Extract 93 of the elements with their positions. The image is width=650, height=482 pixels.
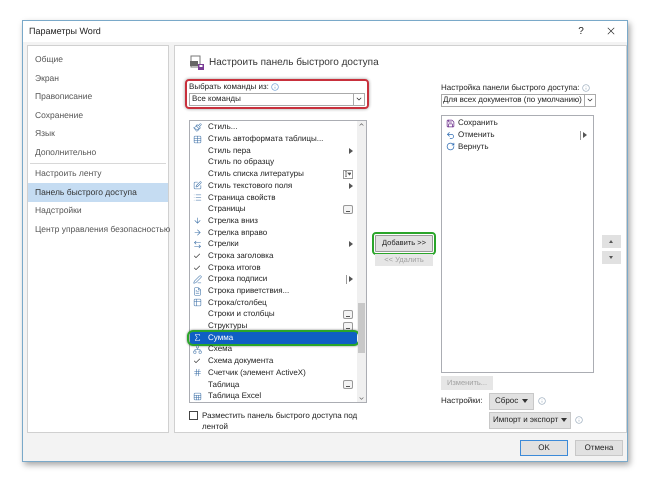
- caret-icon: [561, 418, 568, 422]
- command-icon: [192, 122, 202, 132]
- submenu-arrow-icon: [349, 182, 353, 189]
- info-icon: [575, 416, 584, 424]
- gallery-icon: [343, 380, 353, 390]
- command-item[interactable]: Структуры: [190, 320, 357, 332]
- command-item[interactable]: Стиль текстового поля: [190, 180, 357, 192]
- caret-icon: [522, 399, 528, 404]
- command-icon: [192, 344, 202, 354]
- command-icon: [192, 228, 202, 238]
- nav-item[interactable]: Дополнительно: [28, 143, 168, 162]
- command-item[interactable]: Схема документа: [190, 355, 357, 367]
- command-item[interactable]: Строки и столбцы: [190, 308, 357, 320]
- toolbar-command-icon: [446, 118, 454, 128]
- command-item[interactable]: Страница свойств: [190, 192, 357, 204]
- toolbar-command-icon: [446, 142, 454, 152]
- command-item[interactable]: Строка итогов: [190, 262, 357, 274]
- command-item[interactable]: Стиль по образцу: [190, 156, 357, 168]
- submenu-arrow-icon: [349, 241, 353, 248]
- nav-item[interactable]: Настроить ленту: [28, 164, 168, 184]
- cancel-button[interactable]: Отмена: [575, 440, 623, 456]
- help-button[interactable]: ?: [567, 21, 595, 42]
- toolbar-item[interactable]: Сохранить: [442, 118, 593, 130]
- scope-dropdown[interactable]: Для всех документов (по умолчанию): [441, 94, 596, 107]
- info-icon: [582, 84, 590, 92]
- toolbar-item[interactable]: Вернуть: [442, 140, 593, 153]
- command-item[interactable]: Строка/столбец: [190, 296, 357, 309]
- field-label: Выбрать команды из:: [189, 81, 269, 94]
- nav-item[interactable]: Правописание: [28, 88, 168, 106]
- section-heading: Настроить панель быстрого доступа: [209, 56, 379, 70]
- command-item[interactable]: Стиль списка литературы: [190, 168, 357, 180]
- settings-label: Настройки:: [441, 395, 484, 408]
- command-item[interactable]: Строка подписи: [190, 274, 357, 286]
- field-label: Настройка панели быстрого доступа:: [441, 82, 580, 94]
- scroll-up-icon: [358, 120, 365, 128]
- combo-icon: [343, 170, 353, 179]
- info-icon: [270, 83, 279, 92]
- toolbar-item[interactable]: Отменить: [442, 129, 593, 141]
- info-icon: [538, 397, 546, 406]
- command-item[interactable]: Стиль...: [190, 122, 357, 134]
- command-item[interactable]: Строка приветствия...: [190, 285, 357, 297]
- down-triangle-icon: [609, 256, 613, 259]
- checkbox[interactable]: [189, 410, 198, 420]
- nav-item[interactable]: Общие: [28, 50, 168, 70]
- toolbar-settings-icon: [189, 54, 205, 71]
- nav-item[interactable]: Надстройки: [28, 202, 168, 220]
- nav-item[interactable]: Язык: [28, 124, 168, 144]
- scroll-down-icon: [358, 394, 365, 402]
- window-title: Параметры Word: [29, 24, 102, 38]
- command-item[interactable]: Стрелки: [190, 238, 357, 250]
- command-item[interactable]: Сумма: [190, 332, 357, 344]
- command-item[interactable]: Стиль пера: [190, 144, 357, 157]
- nav-item[interactable]: Центр управления безопасностью: [28, 220, 168, 239]
- gallery-icon: [343, 310, 353, 319]
- command-icon: [192, 286, 202, 296]
- command-icon: [192, 274, 202, 284]
- command-item[interactable]: Стрелка вниз: [190, 215, 357, 227]
- command-icon: [192, 181, 202, 190]
- split-arrow-icon: [346, 274, 353, 284]
- reset-button[interactable]: Сброс: [489, 392, 534, 410]
- command-item[interactable]: Таблица Excel: [190, 390, 357, 402]
- up-triangle-icon: [609, 240, 613, 243]
- scrollbar[interactable]: [357, 120, 366, 402]
- ok-button[interactable]: OK: [520, 440, 568, 456]
- gallery-icon: [343, 204, 353, 214]
- submenu-arrow-icon: [349, 148, 353, 154]
- command-icon: [192, 134, 202, 144]
- split-arrow-icon: [580, 130, 587, 140]
- nav-item[interactable]: Панель быстрого доступа: [28, 183, 168, 202]
- command-item[interactable]: Стрелка вправо: [190, 226, 357, 238]
- command-item[interactable]: Счетчик (элемент ActiveX): [190, 367, 357, 379]
- nav-item[interactable]: Сохранение: [28, 106, 168, 125]
- move-down-button[interactable]: [602, 250, 620, 264]
- commands-source-dropdown[interactable]: Все команды: [189, 92, 365, 106]
- command-icon: [192, 333, 202, 342]
- command-icon: [192, 216, 202, 226]
- command-item[interactable]: Строка заголовка: [190, 250, 357, 262]
- move-up-button[interactable]: [602, 234, 620, 248]
- nav-item[interactable]: Экран: [28, 69, 168, 88]
- command-icon: [192, 193, 202, 202]
- command-icon: [192, 392, 202, 401]
- scroll-thumb[interactable]: [358, 302, 365, 353]
- command-icon: [192, 240, 202, 249]
- toolbar-command-icon: [446, 130, 454, 140]
- command-icon: [192, 368, 202, 378]
- checkbox-label: Разместить панель быстрого доступа под лентой: [202, 410, 358, 432]
- command-item[interactable]: Схема: [190, 344, 357, 356]
- command-item[interactable]: Страницы: [190, 203, 357, 216]
- import-export-button[interactable]: Импорт и экспорт: [489, 412, 572, 429]
- command-icon: [192, 298, 202, 308]
- command-item[interactable]: Стиль автоформата таблицы...: [190, 133, 357, 145]
- gallery-icon: [343, 322, 353, 331]
- command-item[interactable]: Таблица: [190, 378, 357, 390]
